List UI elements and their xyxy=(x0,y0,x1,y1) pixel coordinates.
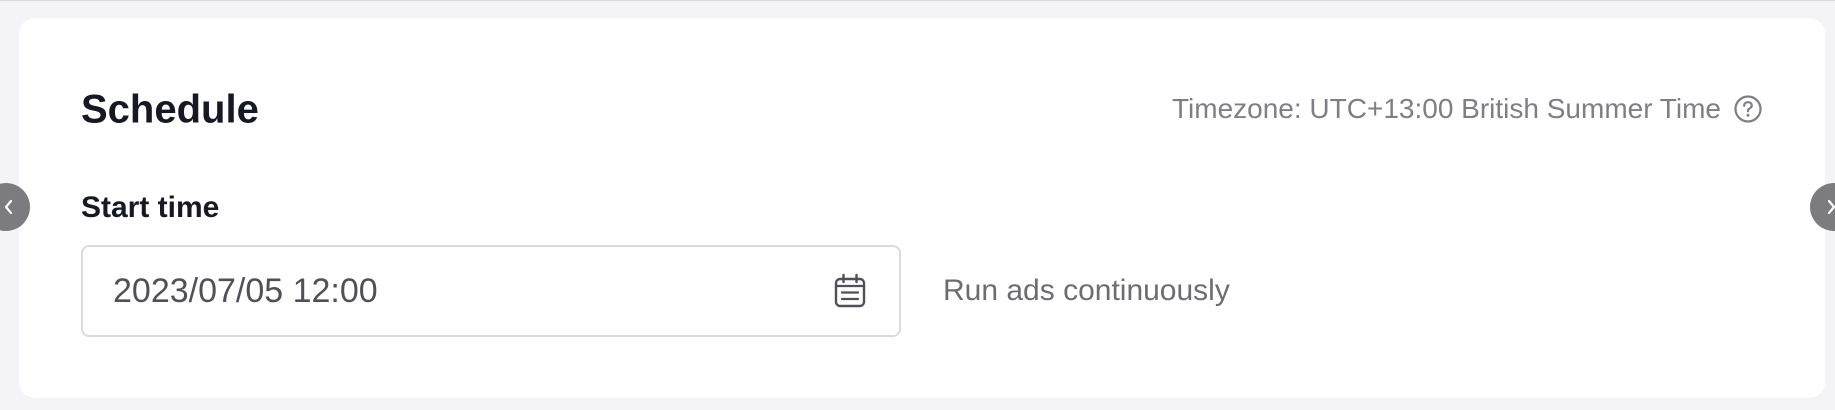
start-time-label: Start time xyxy=(81,191,220,224)
chevron-left-icon xyxy=(4,199,13,215)
top-divider xyxy=(0,0,1835,1)
question-circle-icon[interactable] xyxy=(1733,94,1763,124)
start-time-value: 2023/07/05 12:00 xyxy=(113,271,378,310)
calendar-icon[interactable] xyxy=(833,273,867,309)
start-time-input[interactable]: 2023/07/05 12:00 xyxy=(81,245,901,337)
chevron-right-icon xyxy=(1827,199,1835,215)
timezone-text: Timezone: UTC+13:00 British Summer Time xyxy=(1171,93,1721,124)
run-ads-continuously-option[interactable]: Run ads continuously xyxy=(943,274,1230,308)
next-button[interactable] xyxy=(1810,183,1835,231)
timezone-info: Timezone: UTC+13:00 British Summer Time xyxy=(1172,93,1763,125)
section-title: Schedule xyxy=(81,87,259,132)
schedule-card xyxy=(19,18,1825,398)
previous-button[interactable] xyxy=(0,183,30,231)
